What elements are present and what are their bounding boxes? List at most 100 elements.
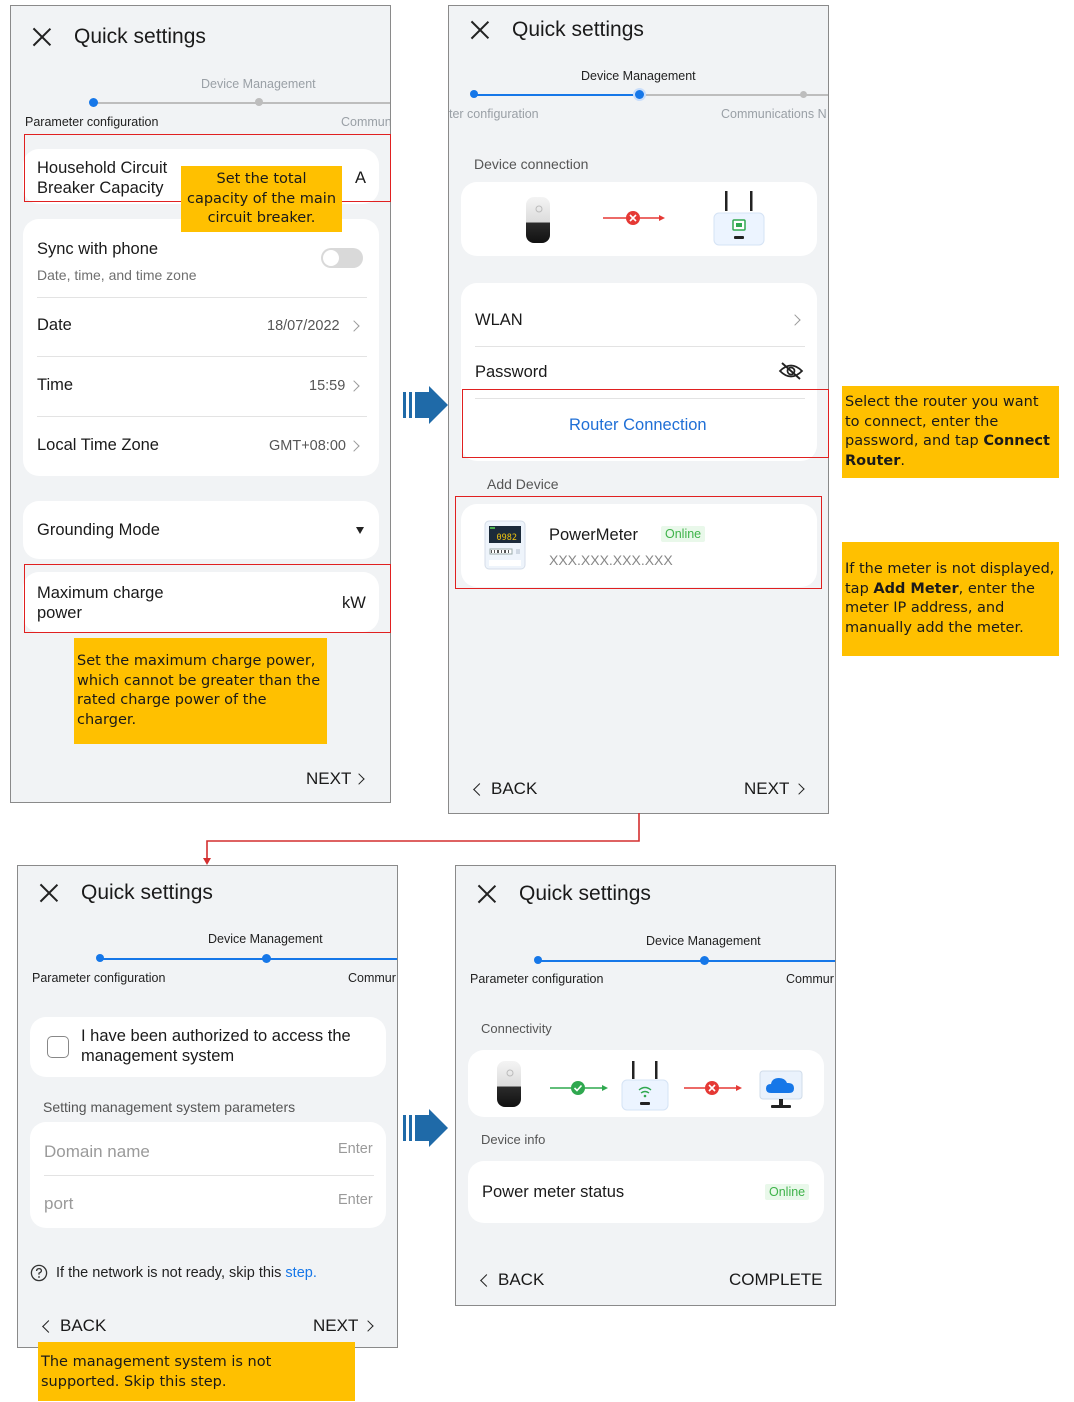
flow-arrow-icon	[403, 386, 448, 424]
back-button[interactable]: BACK	[467, 776, 547, 802]
step-label-device-management: Device Management	[581, 69, 696, 83]
step-dot-done	[470, 90, 478, 98]
callout-management-system: The management system is not supported. …	[38, 1342, 355, 1401]
device-connection-heading: Device connection	[474, 156, 589, 172]
chevron-right-icon	[348, 380, 360, 392]
authorization-card[interactable]: I have been authorized to access the man…	[30, 1017, 386, 1077]
device-info-heading: Device info	[481, 1132, 546, 1147]
sync-label: Sync with phone	[37, 240, 159, 258]
close-icon[interactable]	[38, 882, 60, 904]
authorization-label-line1: I have been authorized to access the	[81, 1027, 351, 1045]
time-label: Time	[37, 376, 74, 394]
callout-router-connection: Select the router you want to connect, e…	[842, 386, 1059, 478]
step-dot-active	[89, 98, 98, 107]
domain-name-field[interactable]: Domain name Enter	[30, 1122, 386, 1175]
step-label-communications: Commur	[786, 972, 834, 986]
back-button[interactable]: BACK	[474, 1267, 554, 1293]
device-connection-card	[461, 182, 817, 256]
callout-breaker-capacity: Set the total capacity of the main circu…	[181, 166, 342, 232]
step-label-communications: Communications N	[721, 107, 827, 121]
charger-icon	[497, 1061, 521, 1107]
back-button[interactable]: BACK	[36, 1313, 116, 1339]
cloud-icon	[759, 1070, 803, 1108]
callout-max-charge-power: Set the maximum charge power, which cann…	[74, 638, 327, 744]
step-label-communications: Commur	[348, 971, 396, 985]
back-label: BACK	[60, 1316, 107, 1335]
password-label: Password	[475, 363, 548, 381]
router-icon	[621, 1061, 669, 1111]
chevron-right-icon	[348, 320, 360, 332]
next-label: NEXT	[744, 779, 790, 798]
step-label-parameter-configuration: ter configuration	[449, 107, 539, 121]
step-label-communications: Commun	[341, 115, 391, 129]
step-dot-active	[635, 90, 644, 99]
wlan-label: WLAN	[475, 311, 523, 329]
stepper-line	[93, 102, 390, 104]
flow-arrow-icon	[403, 1109, 448, 1147]
meter-status-card: Power meter status Online	[468, 1161, 824, 1223]
grounding-label: Grounding Mode	[37, 521, 160, 539]
time-row[interactable]: Time 15:59	[23, 357, 379, 415]
step-label-parameter-configuration: Parameter configuration	[25, 115, 159, 129]
timezone-value: GMT+08:00	[269, 438, 346, 454]
back-label: BACK	[491, 779, 538, 798]
highlight-add-device	[455, 496, 822, 589]
chevron-right-icon	[348, 440, 360, 452]
grounding-mode-card[interactable]: Grounding Mode	[23, 501, 379, 559]
disconnected-arrow-icon	[684, 1081, 742, 1095]
wlan-row[interactable]: WLAN	[461, 283, 817, 346]
step-label-device-management: Device Management	[201, 77, 316, 91]
router-icon	[713, 191, 765, 246]
next-button[interactable]: NEXT	[308, 1313, 388, 1339]
stepper-line-done	[474, 94, 639, 96]
close-icon[interactable]	[476, 883, 498, 905]
date-label: Date	[37, 316, 72, 334]
meter-status-label: Power meter status	[482, 1183, 625, 1201]
callout-add-meter: If the meter is not displayed, tap Add M…	[842, 542, 1059, 656]
timezone-row[interactable]: Local Time Zone GMT+08:00	[23, 417, 379, 475]
next-button[interactable]: NEXT	[301, 766, 381, 792]
step-dot-active	[262, 954, 271, 963]
chevron-left-icon	[42, 1320, 55, 1333]
eye-off-icon[interactable]	[778, 361, 804, 381]
next-label: NEXT	[306, 769, 352, 788]
stepper-line-done	[538, 960, 835, 962]
page-title: Quick settings	[519, 882, 651, 905]
port-hint: Enter	[338, 1192, 373, 1208]
management-section-heading: Setting management system parameters	[43, 1099, 296, 1115]
management-parameters-card: Domain name Enter port Enter	[30, 1122, 386, 1228]
connectivity-heading: Connectivity	[481, 1021, 552, 1036]
close-icon[interactable]	[31, 26, 53, 48]
page-title: Quick settings	[512, 18, 644, 41]
chevron-left-icon	[480, 1274, 493, 1287]
connected-arrow-icon	[550, 1081, 608, 1095]
complete-button[interactable]: COMPLETE	[722, 1267, 826, 1293]
sync-toggle[interactable]	[321, 248, 363, 268]
close-icon[interactable]	[469, 19, 491, 41]
stepper-line-done	[100, 958, 397, 960]
port-placeholder: port	[44, 1194, 74, 1213]
step-label-device-management: Device Management	[646, 934, 761, 948]
step-dot	[800, 91, 807, 98]
date-row[interactable]: Date 18/07/2022	[23, 298, 379, 356]
callout-router-end: .	[900, 452, 905, 469]
skip-step-link[interactable]: step.	[285, 1265, 316, 1281]
highlight-router-connection	[462, 389, 829, 458]
highlight-max-charge-power	[24, 564, 391, 633]
page-title: Quick settings	[74, 25, 206, 48]
connectivity-card	[468, 1050, 824, 1117]
next-label: NEXT	[313, 1316, 359, 1335]
authorization-checkbox[interactable]	[47, 1036, 69, 1058]
add-device-heading: Add Device	[487, 476, 559, 492]
authorization-label-line2: management system	[81, 1047, 235, 1065]
charger-icon	[526, 197, 550, 243]
flow-connector-icon	[203, 813, 640, 865]
time-settings-card: Sync with phone Date, time, and time zon…	[23, 219, 379, 476]
next-button[interactable]: NEXT	[739, 776, 819, 802]
step-dot-active	[700, 956, 709, 965]
chevron-right-icon	[353, 773, 365, 785]
help-text: If the network is not ready, skip this	[56, 1265, 282, 1281]
complete-label: COMPLETE	[729, 1270, 823, 1289]
chevron-right-icon	[789, 314, 801, 326]
port-field[interactable]: port Enter	[30, 1176, 386, 1228]
